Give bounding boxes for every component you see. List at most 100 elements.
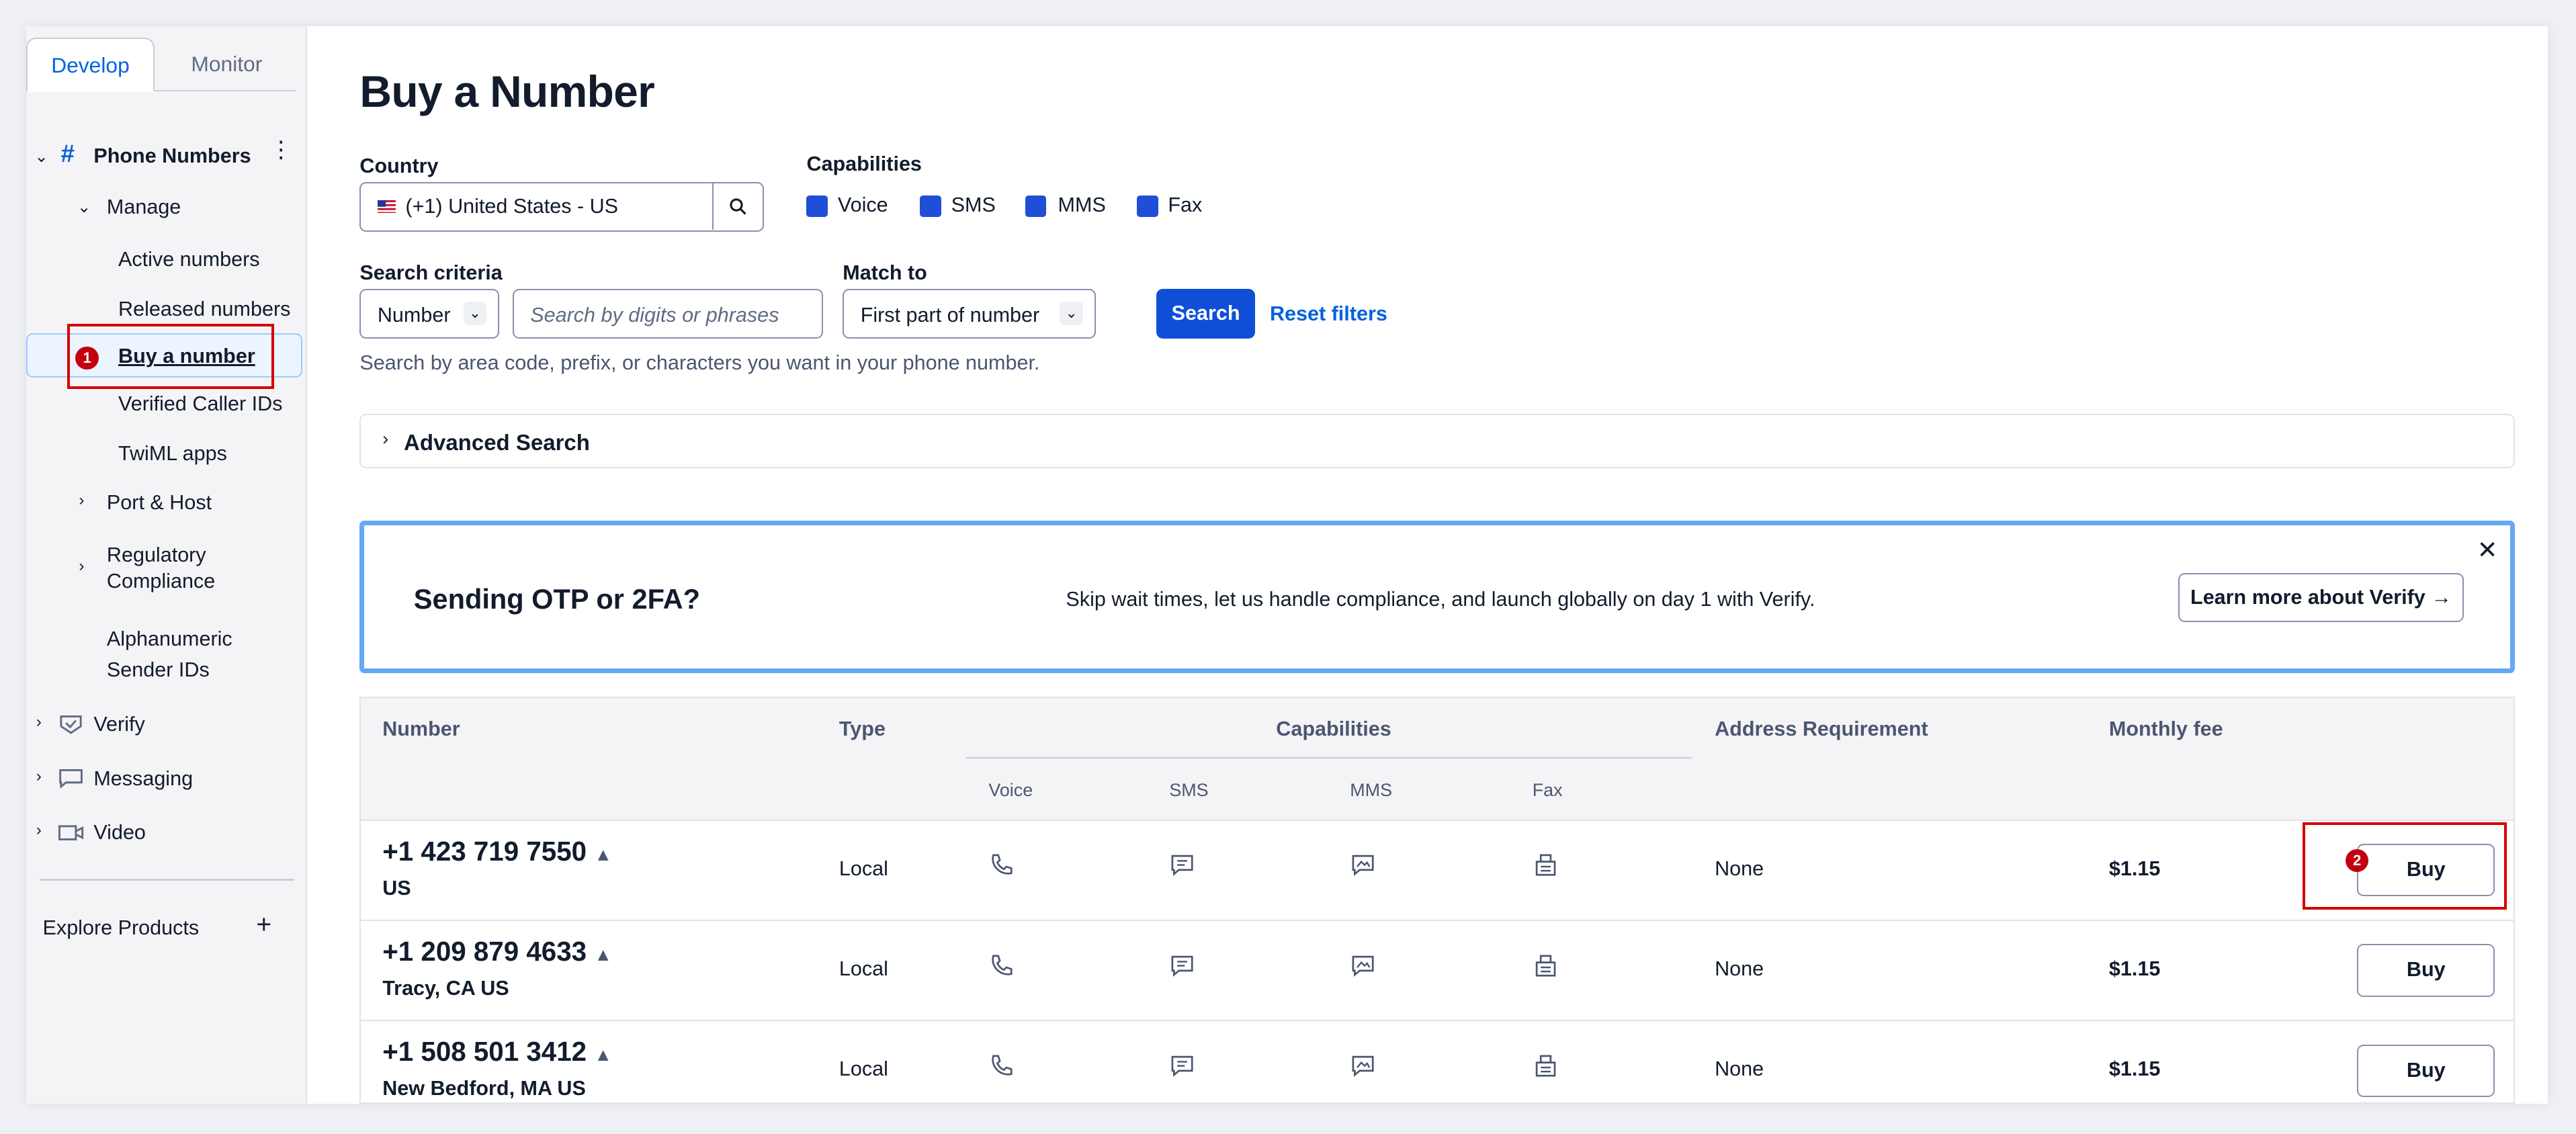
sidebar-divider xyxy=(39,879,294,881)
number-type: Local xyxy=(839,957,888,980)
phone-icon xyxy=(992,955,1013,975)
search-helper-text: Search by area code, prefix, or characte… xyxy=(359,351,1040,375)
main-content: Buy a Number Country (+1) United States … xyxy=(306,26,2548,1104)
monthly-fee: $1.15 xyxy=(2108,957,2161,980)
mms-icon xyxy=(1352,955,1374,977)
sidebar-item-port-host[interactable]: Port & Host xyxy=(107,491,212,515)
header-fee: Monthly fee xyxy=(2108,717,2223,740)
banner-title: Sending OTP or 2FA? xyxy=(413,582,701,615)
explore-products-link[interactable]: Explore Products xyxy=(43,916,200,940)
phone-icon xyxy=(992,855,1013,875)
fax-icon xyxy=(1535,1055,1556,1077)
number-location: Tracy, CA US xyxy=(382,977,509,1000)
chevron-down-icon[interactable]: ⌄ xyxy=(77,197,91,217)
kebab-menu-icon[interactable]: ⋮ xyxy=(269,136,292,163)
buy-button[interactable]: Buy xyxy=(2357,1044,2495,1097)
learn-more-verify-button[interactable]: Learn more about Verify → xyxy=(2178,572,2464,623)
fax-icon xyxy=(1535,855,1556,877)
sidebar-item-regulatory-line2[interactable]: Compliance xyxy=(107,570,215,593)
country-field[interactable]: (+1) United States - US xyxy=(359,182,764,232)
match-to-value: First part of number xyxy=(860,303,1040,326)
search-criteria-select[interactable]: Number ⌄ xyxy=(359,289,500,339)
table-header: Number Type Capabilities Address Require… xyxy=(361,697,2514,821)
sms-icon xyxy=(1171,955,1193,977)
sidebar-item-verify[interactable]: Verify xyxy=(93,713,144,736)
table-row: +1 508 501 3412 ▲ New Bedford, MA US Loc… xyxy=(361,1020,2514,1102)
sidebar-item-video[interactable]: Video xyxy=(93,821,146,844)
number-location: New Bedford, MA US xyxy=(382,1077,586,1100)
chevron-right-icon[interactable]: › xyxy=(79,491,84,510)
number-location: US xyxy=(382,877,411,900)
video-icon xyxy=(58,825,83,840)
fax-checkbox-label[interactable]: Fax xyxy=(1168,193,1202,217)
monthly-fee: $1.15 xyxy=(2108,857,2161,880)
buy-button[interactable]: Buy xyxy=(2357,944,2495,997)
advanced-search-toggle[interactable]: › Advanced Search xyxy=(359,414,2516,468)
subheader-fax: Fax xyxy=(1532,779,1563,800)
capabilities-label: Capabilities xyxy=(806,152,922,176)
chevron-right-icon[interactable]: › xyxy=(36,767,42,786)
country-value: (+1) United States - US xyxy=(405,195,619,218)
plus-icon[interactable]: + xyxy=(256,910,271,940)
page-title: Buy a Number xyxy=(359,66,655,116)
address-requirement: None xyxy=(1715,957,1764,980)
search-button[interactable]: Search xyxy=(1156,289,1255,339)
mms-checkbox-label[interactable]: MMS xyxy=(1058,193,1106,217)
fax-checkbox[interactable] xyxy=(1136,195,1158,217)
chevron-down-icon: ⌄ xyxy=(463,302,487,325)
header-address: Address Requirement xyxy=(1715,717,1928,740)
tab-develop[interactable]: Develop xyxy=(26,38,155,92)
sms-checkbox[interactable] xyxy=(920,195,941,217)
chevron-right-icon: › xyxy=(382,428,389,449)
sidebar-item-alphanumeric-line2[interactable]: Sender IDs xyxy=(107,658,210,682)
mms-checkbox[interactable] xyxy=(1025,195,1047,217)
search-icon xyxy=(730,198,746,215)
country-search-button[interactable] xyxy=(712,183,763,230)
close-icon[interactable]: ✕ xyxy=(2477,535,2498,564)
sidebar-section-phone-numbers[interactable]: Phone Numbers xyxy=(93,144,251,168)
tab-monitor[interactable]: Monitor xyxy=(158,38,296,90)
banner-body: Skip wait times, let us handle complianc… xyxy=(1066,587,1815,611)
monthly-fee: $1.15 xyxy=(2108,1057,2161,1081)
search-criteria-value: Number xyxy=(377,303,451,326)
subheader-voice: Voice xyxy=(988,779,1033,800)
voice-checkbox-label[interactable]: Voice xyxy=(838,193,888,217)
search-input[interactable]: Search by digits or phrases xyxy=(512,289,823,339)
sidebar-tabs: Develop Monitor xyxy=(26,38,296,92)
sidebar-item-verified-caller-ids[interactable]: Verified Caller IDs xyxy=(118,392,282,416)
us-flag-icon xyxy=(377,200,396,214)
phone-number: +1 209 879 4633 ▲ xyxy=(382,936,612,967)
header-type: Type xyxy=(839,717,886,740)
sidebar-item-active-numbers[interactable]: Active numbers xyxy=(118,248,260,271)
app-frame: Develop Monitor ⌄ # Phone Numbers ⋮ ⌄ Ma… xyxy=(26,26,2548,1104)
sms-checkbox-label[interactable]: SMS xyxy=(951,193,996,217)
chevron-down-icon[interactable]: ⌄ xyxy=(34,146,48,167)
sidebar-item-twiml-apps[interactable]: TwiML apps xyxy=(118,442,227,466)
phone-number: +1 423 719 7550 ▲ xyxy=(382,836,612,867)
advanced-search-label: Advanced Search xyxy=(403,430,590,455)
sidebar-item-manage[interactable]: Manage xyxy=(107,195,181,219)
table-row: +1 209 879 4633 ▲ Tracy, CA US Local Non… xyxy=(361,920,2514,1021)
messaging-icon xyxy=(58,769,83,789)
sidebar-item-released-numbers[interactable]: Released numbers xyxy=(118,298,290,321)
chevron-right-icon[interactable]: › xyxy=(79,557,84,576)
numbers-table: Number Type Capabilities Address Require… xyxy=(359,696,2516,1104)
sms-icon xyxy=(1171,1055,1193,1077)
chevron-right-icon[interactable]: › xyxy=(36,821,42,840)
verify-icon xyxy=(59,715,82,734)
chevron-right-icon[interactable]: › xyxy=(36,713,42,732)
reset-filters-link[interactable]: Reset filters xyxy=(1270,302,1387,326)
match-to-select[interactable]: First part of number ⌄ xyxy=(843,289,1096,339)
header-number: Number xyxy=(382,717,460,740)
search-criteria-label: Search criteria xyxy=(359,261,503,284)
sidebar-item-messaging[interactable]: Messaging xyxy=(93,767,193,791)
sidebar-item-regulatory-line1[interactable]: Regulatory xyxy=(107,543,206,567)
sidebar: Develop Monitor ⌄ # Phone Numbers ⋮ ⌄ Ma… xyxy=(26,26,307,1104)
header-divider xyxy=(965,756,1692,759)
sidebar-item-alphanumeric-line1[interactable]: Alphanumeric xyxy=(107,627,232,651)
voice-checkbox[interactable] xyxy=(806,195,828,217)
match-to-label: Match to xyxy=(843,261,927,284)
address-requirement: None xyxy=(1715,1057,1764,1081)
number-type: Local xyxy=(839,857,888,880)
hash-icon: # xyxy=(60,139,75,167)
